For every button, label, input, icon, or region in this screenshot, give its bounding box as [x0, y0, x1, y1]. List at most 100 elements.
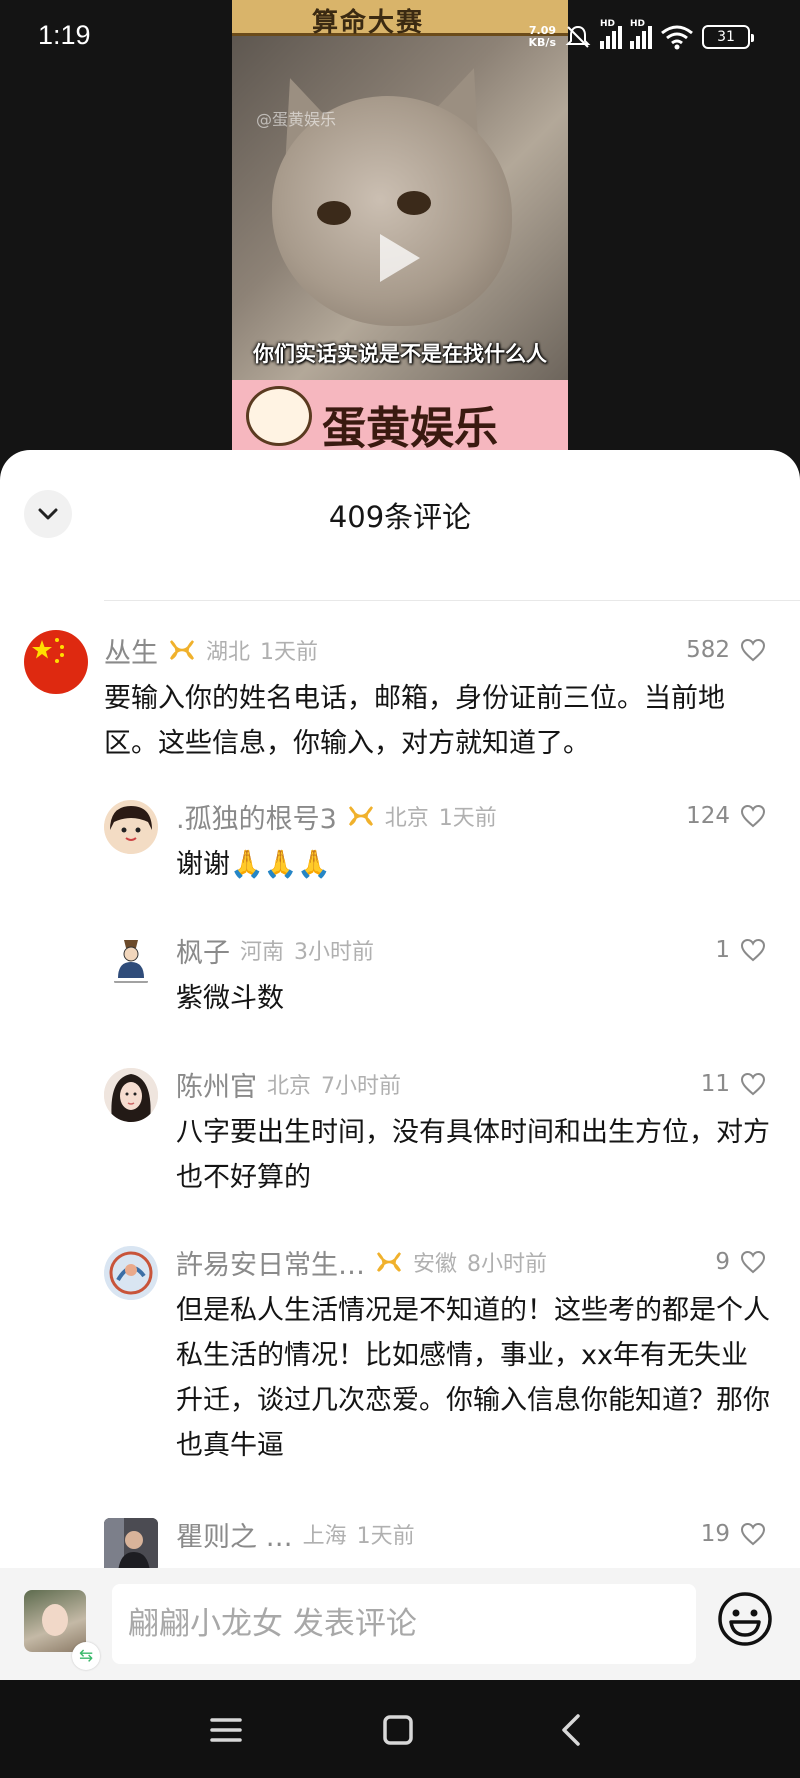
badge-icon [376, 1252, 402, 1273]
avatar[interactable] [104, 1068, 158, 1122]
signal-icon-1: HD [600, 19, 622, 49]
heart-icon [740, 1522, 766, 1546]
heart-icon [740, 638, 766, 662]
comment-time: 3小时前 [294, 940, 375, 965]
like-count: 19 [700, 1521, 730, 1547]
comment-time: 8小时前 [467, 1252, 548, 1277]
comment-author[interactable]: 丛生 [104, 631, 158, 670]
status-time: 1:19 [38, 20, 91, 50]
video-scene: @蛋黄娱乐 [232, 36, 568, 380]
like-count: 124 [686, 803, 730, 829]
signal-icon-2: HD [630, 19, 652, 49]
avatar[interactable] [24, 630, 88, 694]
heart-icon [740, 804, 766, 828]
divider [104, 600, 800, 601]
reply-item[interactable]: 枫子 河南 3小时前 1 紫微斗数 [0, 934, 800, 1054]
network-speed: 7.09 KB/s [529, 25, 556, 49]
comment-location: 湖北 [206, 640, 251, 665]
status-icons: 7.09 KB/s HD HD 31 [529, 19, 754, 54]
avatar[interactable] [104, 934, 158, 988]
comment-location: 河南 [240, 940, 285, 965]
comment-text: 谢谢🙏🙏🙏 [176, 849, 331, 880]
comment-location: 上海 [302, 1524, 347, 1549]
battery-icon: 31 [702, 25, 754, 49]
comment-time: 1天前 [356, 1524, 415, 1549]
my-avatar-face [42, 1604, 68, 1636]
comment-author[interactable]: 許易安日常生… [176, 1243, 365, 1282]
comment-header: 丛生 湖北 1天前 [104, 631, 319, 670]
comment-header: .孤独的根号3 北京 1天前 [176, 797, 497, 836]
comment-sheet: 409条评论 丛生 湖北 1天前 582 要输入你的姓名电话，邮箱，身份证前三位… [0, 450, 800, 1680]
comment-header: 許易安日常生… 安徽 8小时前 [176, 1243, 548, 1282]
comment-time: 1天前 [438, 806, 497, 831]
switch-account-icon[interactable]: ⇆ [72, 1642, 100, 1670]
like-count: 11 [700, 1071, 730, 1097]
like-button[interactable]: 124 [686, 798, 766, 834]
like-button[interactable]: 9 [715, 1244, 766, 1280]
comment-location: 北京 [267, 1074, 312, 1099]
signal-1-hd: HD [600, 19, 616, 29]
comment-author[interactable]: 枫子 [176, 931, 230, 970]
comment-author[interactable]: 陈州官 [176, 1065, 257, 1104]
menu-icon[interactable] [206, 1710, 246, 1750]
cartoon-girl-avatar-icon [104, 800, 158, 854]
mute-icon [565, 25, 591, 48]
emoji-icon[interactable] [716, 1590, 774, 1648]
avatar[interactable] [104, 800, 158, 854]
network-speed-unit: KB/s [528, 36, 556, 49]
like-button[interactable]: 1 [715, 932, 766, 968]
status-bar: 1:19 7.09 KB/s HD HD 31 [0, 0, 800, 72]
heart-icon [740, 1250, 766, 1274]
illustration-avatar-icon [104, 1246, 158, 1300]
system-nav-bar [0, 1680, 800, 1778]
video-bottom-banner-text: 蛋黄娱乐 [322, 403, 498, 454]
video-watermark: @蛋黄娱乐 [256, 110, 337, 129]
heart-icon [740, 938, 766, 962]
man-photo-avatar-icon [104, 1518, 158, 1572]
comment-header: 枫子 河南 3小时前 [176, 931, 375, 970]
comment-item[interactable]: 丛生 湖北 1天前 582 要输入你的姓名电话，邮箱，身份证前三位。当前地区。这… [0, 630, 800, 800]
signal-2-hd: HD [630, 19, 646, 29]
reply-item[interactable]: 許易安日常生… 安徽 8小时前 9 但是私人生活情况是不知道的！这些考的都是个人… [0, 1246, 800, 1506]
comment-input[interactable] [112, 1584, 696, 1664]
comment-text: 紫微斗数 [176, 983, 284, 1014]
cat-eye-right [397, 191, 431, 215]
my-avatar[interactable] [24, 1590, 86, 1652]
like-count: 582 [686, 637, 730, 663]
comment-time: 1天前 [260, 640, 319, 665]
wifi-icon [661, 25, 693, 50]
comment-input-bar: ⇆ [0, 1568, 800, 1680]
comment-text: 但是私人生活情况是不知道的！这些考的都是个人私生活的情况！比如感情，事业，xx年… [176, 1295, 770, 1461]
comment-header: 陈州官 北京 7小时前 [176, 1065, 402, 1104]
sketch-figure-avatar-icon [104, 934, 158, 988]
comment-count-title: 409条评论 [328, 500, 472, 534]
like-button[interactable]: 19 [701, 1516, 766, 1552]
comment-location: 安徽 [413, 1252, 458, 1277]
cat-eye-left [317, 201, 351, 225]
video-subtitle: 你们实话实说是不是在找什么人 [253, 342, 547, 366]
like-count: 1 [715, 937, 730, 963]
woman-photo-avatar-icon [104, 1068, 158, 1122]
comment-text: 要输入你的姓名电话，邮箱，身份证前三位。当前地区。这些信息，你输入，对方就知道了… [104, 683, 725, 759]
comment-time: 7小时前 [321, 1074, 402, 1099]
comment-author[interactable]: 瞿则之 … [176, 1515, 293, 1554]
like-count: 9 [715, 1249, 730, 1275]
badge-icon [348, 806, 373, 827]
avatar[interactable] [104, 1518, 158, 1572]
comment-header: 瞿则之 … 上海 1天前 [176, 1515, 415, 1554]
reply-item[interactable]: 陈州官 北京 7小时前 11 八字要出生时间，没有具体时间和出生方位，对方也不好… [0, 1068, 800, 1228]
heart-icon [740, 1072, 766, 1096]
badge-icon [169, 640, 195, 661]
comment-text: 八字要出生时间，没有具体时间和出生方位，对方也不好算的 [176, 1117, 770, 1193]
like-button[interactable]: 582 [686, 632, 766, 668]
like-button[interactable]: 11 [701, 1066, 766, 1102]
comment-location: 北京 [384, 806, 429, 831]
home-icon[interactable] [378, 1710, 418, 1750]
play-icon[interactable] [380, 234, 420, 282]
reply-item[interactable]: .孤独的根号3 北京 1天前 124 谢谢🙏🙏🙏 [0, 800, 800, 920]
china-flag-icon [32, 638, 64, 663]
comment-author[interactable]: .孤独的根号3 [176, 797, 337, 836]
back-icon[interactable] [552, 1710, 592, 1750]
mascot-cat-icon [246, 386, 312, 446]
avatar[interactable] [104, 1246, 158, 1300]
